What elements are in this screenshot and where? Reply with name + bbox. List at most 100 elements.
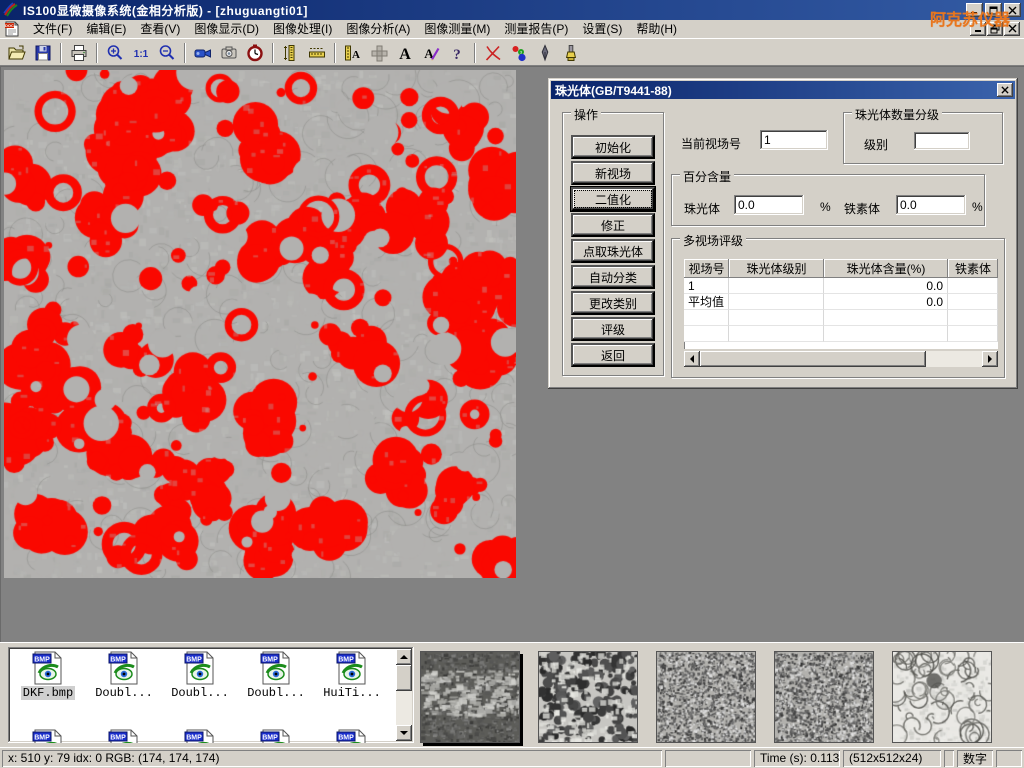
toolbar-timer-button[interactable] — [242, 41, 268, 65]
menu-item-8[interactable]: 设置(S) — [575, 19, 629, 38]
operations-group-label: 操作 — [571, 106, 601, 123]
child-close-button[interactable] — [1004, 22, 1020, 36]
table-header-1[interactable]: 珠光体级别 — [729, 259, 824, 278]
child-restore-button[interactable] — [987, 22, 1003, 36]
status-spacer-end — [996, 750, 1022, 767]
zoom-in-icon — [105, 43, 125, 63]
toolbar-brush-button[interactable] — [558, 41, 584, 65]
file-item-4[interactable]: BMPHuiTi... — [316, 651, 388, 700]
measure-text-icon: A — [343, 43, 363, 63]
toolbar-help-button[interactable]: ? — [444, 41, 470, 65]
level-input[interactable] — [914, 132, 970, 150]
svg-text:BMP: BMP — [34, 735, 50, 742]
table-row-1[interactable]: 平均值0.0 — [684, 294, 998, 310]
menu-item-9[interactable]: 帮助(H) — [629, 19, 684, 38]
file-item-partial-4[interactable]: BMP — [316, 729, 388, 743]
file-item-partial-0[interactable]: BMP — [12, 729, 84, 743]
close-button[interactable] — [1004, 3, 1021, 17]
scroll-up-button[interactable] — [396, 649, 412, 665]
vscroll-thumb[interactable] — [396, 665, 412, 691]
toolbar-save-button[interactable] — [30, 41, 56, 65]
operation-button-5[interactable]: 自动分类 — [571, 265, 655, 289]
operation-button-0[interactable]: 初始化 — [571, 135, 655, 159]
menu-item-6[interactable]: 图像测量(M) — [417, 19, 497, 38]
toolbar-video-capture-button[interactable] — [190, 41, 216, 65]
child-minimize-button[interactable] — [970, 22, 986, 36]
operation-button-3[interactable]: 修正 — [571, 213, 655, 237]
file-name: Doubl... — [93, 686, 155, 700]
file-item-3[interactable]: BMPDoubl... — [240, 651, 312, 700]
toolbar-grid-button[interactable] — [366, 41, 392, 65]
file-item-partial-1[interactable]: BMP — [88, 729, 160, 743]
table-row-3[interactable] — [684, 326, 998, 342]
scroll-down-button[interactable] — [396, 725, 412, 741]
micrograph-image[interactable] — [4, 70, 516, 578]
table-row-0[interactable]: 10.0 — [684, 278, 998, 294]
rating-table[interactable]: 视场号珠光体级别珠光体含量(%)铁素体10.0平均值0.0 — [684, 259, 998, 349]
menu-item-4[interactable]: 图像处理(I) — [266, 19, 339, 38]
toolbar-classify-button[interactable]: 3 — [506, 41, 532, 65]
toolbar-zoom-in-button[interactable] — [102, 41, 128, 65]
ferrite-percent-input[interactable] — [896, 195, 966, 215]
micrograph-thumbnail-0[interactable] — [420, 651, 520, 743]
toolbar-measure-label-button[interactable]: A — [340, 41, 366, 65]
multi-field-group-label: 多视场评级 — [680, 232, 746, 249]
document-icon[interactable]: DOC — [4, 21, 20, 37]
micrograph-thumbnail-2[interactable] — [656, 651, 756, 743]
dialog-close-button[interactable] — [997, 83, 1013, 97]
minimize-button[interactable] — [966, 3, 983, 17]
operation-button-7[interactable]: 评级 — [571, 317, 655, 341]
file-item-0[interactable]: BMPDKF.bmp — [12, 651, 84, 700]
menu-item-0[interactable]: 文件(F) — [26, 19, 79, 38]
toolbar-curve-tool-button[interactable] — [480, 41, 506, 65]
operation-button-1[interactable]: 新视场 — [571, 161, 655, 185]
operation-button-8[interactable]: 返回 — [571, 343, 655, 367]
svg-text:A: A — [399, 46, 411, 63]
toolbar-print-button[interactable] — [66, 41, 92, 65]
micrograph-thumbnail-4[interactable] — [892, 651, 992, 743]
scroll-right-button[interactable] — [982, 351, 998, 367]
table-row-2[interactable] — [684, 310, 998, 326]
toolbar-text-button[interactable]: A — [392, 41, 418, 65]
toolbar-open-button[interactable] — [4, 41, 30, 65]
scroll-left-button[interactable] — [684, 351, 700, 367]
dialog-title-bar[interactable]: 珠光体(GB/T9441-88) — [551, 81, 1015, 99]
toolbar-pen-button[interactable] — [532, 41, 558, 65]
file-item-partial-3[interactable]: BMP — [240, 729, 312, 743]
file-item-1[interactable]: BMPDoubl... — [88, 651, 160, 700]
table-hscrollbar[interactable] — [684, 351, 998, 367]
menu-item-2[interactable]: 查看(V) — [133, 19, 187, 38]
pearlite-percent-input[interactable] — [734, 195, 804, 215]
toolbar-ruler-button[interactable] — [304, 41, 330, 65]
micrograph-thumbnail-1[interactable] — [538, 651, 638, 743]
menu-item-3[interactable]: 图像显示(D) — [187, 19, 266, 38]
table-header-3[interactable]: 铁素体 — [948, 259, 998, 278]
file-list-scrollbar[interactable] — [396, 649, 412, 741]
current-field-input[interactable] — [760, 130, 828, 150]
thumbnail-image — [893, 652, 991, 742]
menu-item-7[interactable]: 测量报告(P) — [497, 19, 575, 38]
menu-item-1[interactable]: 编辑(E) — [79, 19, 133, 38]
file-item-2[interactable]: BMPDoubl... — [164, 651, 236, 700]
file-browser[interactable]: BMPDKF.bmpBMPDoubl...BMPDoubl...BMPDoubl… — [8, 647, 414, 743]
hscroll-thumb[interactable] — [700, 351, 926, 367]
toolbar-actual-size-button[interactable]: 1:1 — [128, 41, 154, 65]
thumbnail-image — [775, 652, 873, 742]
micrograph-thumbnail-3[interactable] — [774, 651, 874, 743]
toolbar-snapshot-button[interactable] — [216, 41, 242, 65]
current-field-label: 当前视场号 — [681, 135, 741, 152]
operation-button-4[interactable]: 点取珠光体 — [571, 239, 655, 263]
operation-button-2[interactable]: 二值化 — [571, 187, 655, 211]
menu-item-5[interactable]: 图像分析(A) — [339, 19, 417, 38]
file-item-partial-2[interactable]: BMP — [164, 729, 236, 743]
thumbnail-image — [421, 652, 519, 742]
operation-button-6[interactable]: 更改类别 — [571, 291, 655, 315]
open-folder-icon — [7, 43, 27, 63]
table-header-0[interactable]: 视场号 — [684, 259, 729, 278]
toolbar-annotate-button[interactable]: A — [418, 41, 444, 65]
menu-items: 文件(F)编辑(E)查看(V)图像显示(D)图像处理(I)图像分析(A)图像测量… — [26, 19, 684, 38]
toolbar-zoom-out-button[interactable] — [154, 41, 180, 65]
maximize-button[interactable] — [985, 3, 1002, 17]
table-header-2[interactable]: 珠光体含量(%) — [824, 259, 948, 278]
toolbar-caliper-button[interactable] — [278, 41, 304, 65]
